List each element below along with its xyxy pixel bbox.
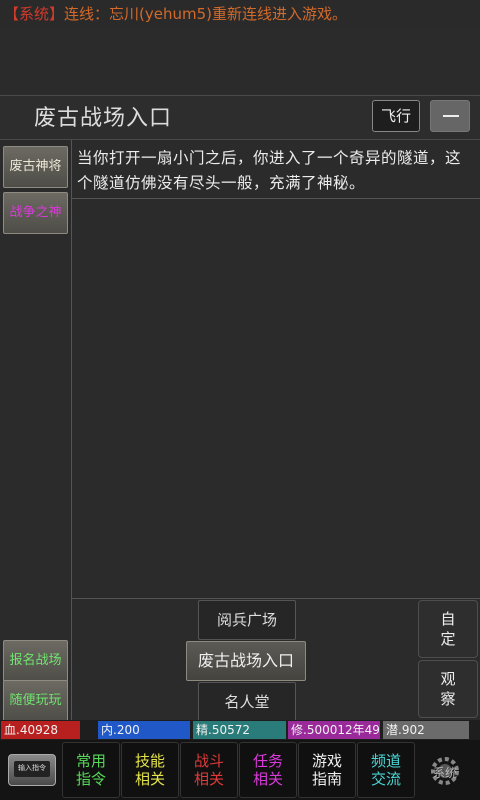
message-area [0,30,480,95]
tab-label: 相关 [252,770,283,788]
custom-label-1: 自 [440,610,456,628]
system-message-line: 【系统】连线：忘川(yehum5)重新连线进入游戏。 [0,0,480,30]
tab-label: 战斗 [193,752,224,770]
left-sidebar: 废古神将 战争之神 报名战场 随便玩玩 [0,140,72,722]
exit-north-button[interactable]: 阅兵广场 [198,600,296,640]
tab-channel-chat[interactable]: 频道 交流 [357,742,415,798]
divider [72,198,480,199]
tab-label: 相关 [134,770,165,788]
qian-stat: 潜.902 [383,721,469,739]
xiu-stat: 修.500012年49 [288,721,380,739]
observe-label-2: 察 [440,690,456,708]
system-tag: 【系统】 [4,5,65,23]
stats-bar: 血.40928 内.200 精.50572 修.500012年49 潜.902 [0,720,480,740]
tab-label: 常用 [75,752,106,770]
observe-button[interactable]: 观 察 [418,660,478,718]
hp-stat: 血.40928 [1,721,80,739]
minimize-button[interactable] [430,100,470,132]
tab-game-guide[interactable]: 游戏 指南 [298,742,356,798]
tab-label: 交流 [370,770,401,788]
room-description: 当你打开一扇小门之后，你进入了一个奇异的隧道，这个隧道仿佛没有尽头一般，充满了神… [77,149,462,192]
tab-label: 技能 [134,752,165,770]
tab-quests[interactable]: 任务 相关 [239,742,297,798]
tab-common-commands[interactable]: 常用 指令 [62,742,120,798]
minus-icon [443,115,459,117]
tab-combat[interactable]: 战斗 相关 [180,742,238,798]
input-command-label: 输入指令 [18,764,46,772]
nei-stat: 内.200 [98,721,190,739]
observe-label-1: 观 [440,670,456,688]
fly-button[interactable]: 飞行 [372,100,420,132]
casual-play-button[interactable]: 随便玩玩 [3,680,68,722]
custom-label-2: 定 [440,630,456,648]
room-header: 废古战场入口 飞行 [0,95,480,140]
tab-label: 任务 [252,752,283,770]
system-label: 系统 [432,766,457,780]
npc-button-zhan-zheng-zhi-shen[interactable]: 战争之神 [3,192,68,234]
current-room-button[interactable]: 废古战场入口 [186,641,306,681]
input-command-button[interactable]: 输入指令 [8,754,56,786]
signup-battlefield-button[interactable]: 报名战场 [3,640,68,682]
system-button[interactable]: 系统 [420,754,470,788]
npc-button-fei-gu-shen-jiang[interactable]: 废古神将 [3,146,68,188]
tab-label: 频道 [370,752,401,770]
room-title: 废古战场入口 [34,106,173,131]
jing-stat: 精.50572 [193,721,286,739]
tab-label: 相关 [193,770,224,788]
system-text: 连线：忘川(yehum5)重新连线进入游戏。 [64,5,347,23]
tab-label: 游戏 [311,752,342,770]
bottom-toolbar: 输入指令 常用 指令 技能 相关 战斗 相关 任务 相关 游戏 指南 频道 交流… [0,740,480,800]
tab-label: 指南 [311,770,342,788]
exit-south-button[interactable]: 名人堂 [198,682,296,722]
tab-label: 指令 [75,770,106,788]
custom-button[interactable]: 自 定 [418,600,478,658]
tab-skills[interactable]: 技能 相关 [121,742,179,798]
divider [72,598,480,599]
